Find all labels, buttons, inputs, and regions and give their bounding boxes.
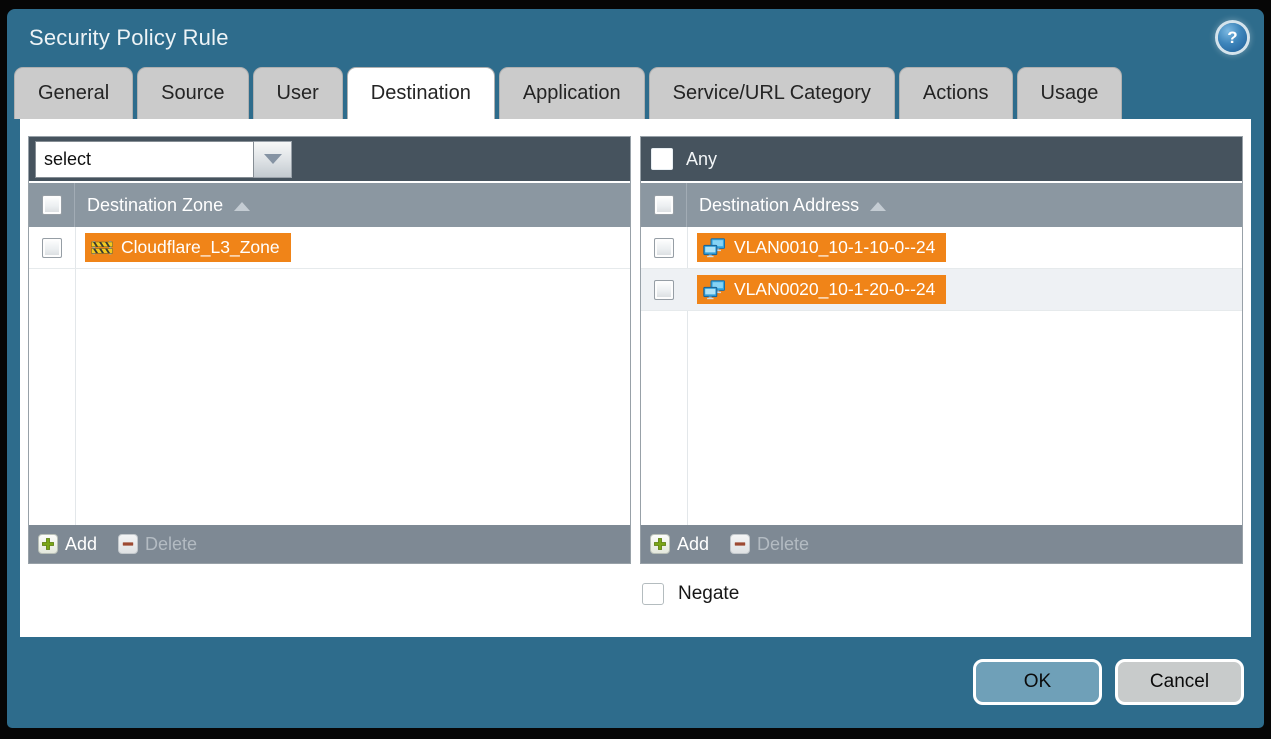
tab-general[interactable]: General [14,67,133,119]
security-policy-rule-dialog: Security Policy Rule ? General Source Us… [7,9,1264,728]
zone-footer: Add Delete [29,525,630,563]
address-list: VLAN0010_10-1-10-0--24 [641,227,1242,525]
address-list-item[interactable]: VLAN0010_10-1-10-0--24 [641,227,1242,269]
address-icon [703,238,726,258]
address-row-checkbox[interactable] [654,238,674,258]
address-footer: Add Delete [641,525,1242,563]
zone-column-header: Destination Zone [29,183,630,227]
tab-service-url-category[interactable]: Service/URL Category [649,67,895,119]
address-add-button[interactable]: Add [650,534,709,555]
zone-name: Cloudflare_L3_Zone [121,237,280,258]
zone-icon [91,239,113,256]
negate-checkbox[interactable] [642,583,664,605]
address-chip[interactable]: VLAN0010_10-1-10-0--24 [697,233,946,262]
address-name: VLAN0010_10-1-10-0--24 [734,237,935,258]
address-toolbar: Any [641,137,1242,183]
sort-ascending-icon [234,202,250,211]
tab-bar: General Source User Destination Applicat… [7,67,1264,119]
zone-row-checkbox[interactable] [42,238,62,258]
zone-list-item[interactable]: Cloudflare_L3_Zone [29,227,630,269]
negate-label: Negate [678,583,739,605]
tab-source[interactable]: Source [137,67,248,119]
destination-address-panel: Any Destination Address [640,136,1243,564]
zone-column: Destination Zone [28,136,631,637]
add-icon [38,534,58,554]
dialog-title: Security Policy Rule [29,25,229,51]
title-bar: Security Policy Rule ? [7,9,1264,67]
address-list-item[interactable]: VLAN0020_10-1-20-0--24 [641,269,1242,311]
tab-actions[interactable]: Actions [899,67,1013,119]
sort-ascending-icon [870,202,886,211]
address-icon [703,280,726,300]
dialog-buttons: OK Cancel [973,659,1244,705]
zone-list: Cloudflare_L3_Zone [29,227,630,525]
tab-usage[interactable]: Usage [1017,67,1123,119]
negate-row: Negate [640,583,1243,605]
ok-button[interactable]: OK [973,659,1102,705]
tab-application[interactable]: Application [499,67,645,119]
any-label: Any [686,149,717,170]
zone-chip[interactable]: Cloudflare_L3_Zone [85,233,291,262]
address-column-header: Destination Address [641,183,1242,227]
cancel-button[interactable]: Cancel [1115,659,1244,705]
tab-user[interactable]: User [253,67,343,119]
address-column: Any Destination Address [640,136,1243,637]
any-checkbox[interactable] [651,148,673,170]
zone-delete-button[interactable]: Delete [118,534,197,555]
zone-select-dropdown-button[interactable] [254,141,292,178]
zone-select-all-checkbox[interactable] [42,195,62,215]
delete-icon [730,534,750,554]
address-row-checkbox[interactable] [654,280,674,300]
add-icon [650,534,670,554]
delete-icon [118,534,138,554]
zone-add-button[interactable]: Add [38,534,97,555]
tab-destination[interactable]: Destination [347,67,495,119]
help-icon[interactable]: ? [1218,23,1247,52]
zone-select-combo [35,141,292,178]
zone-select-input[interactable] [35,141,254,178]
address-name: VLAN0020_10-1-20-0--24 [734,279,935,300]
address-chip[interactable]: VLAN0020_10-1-20-0--24 [697,275,946,304]
address-select-all-checkbox[interactable] [654,195,674,215]
zone-column-title[interactable]: Destination Zone [87,195,223,216]
zone-toolbar [29,137,630,183]
address-delete-button[interactable]: Delete [730,534,809,555]
address-column-title[interactable]: Destination Address [699,195,859,216]
destination-tab-content: Destination Zone [20,119,1251,637]
destination-zone-panel: Destination Zone [28,136,631,564]
chevron-down-icon [264,154,282,164]
